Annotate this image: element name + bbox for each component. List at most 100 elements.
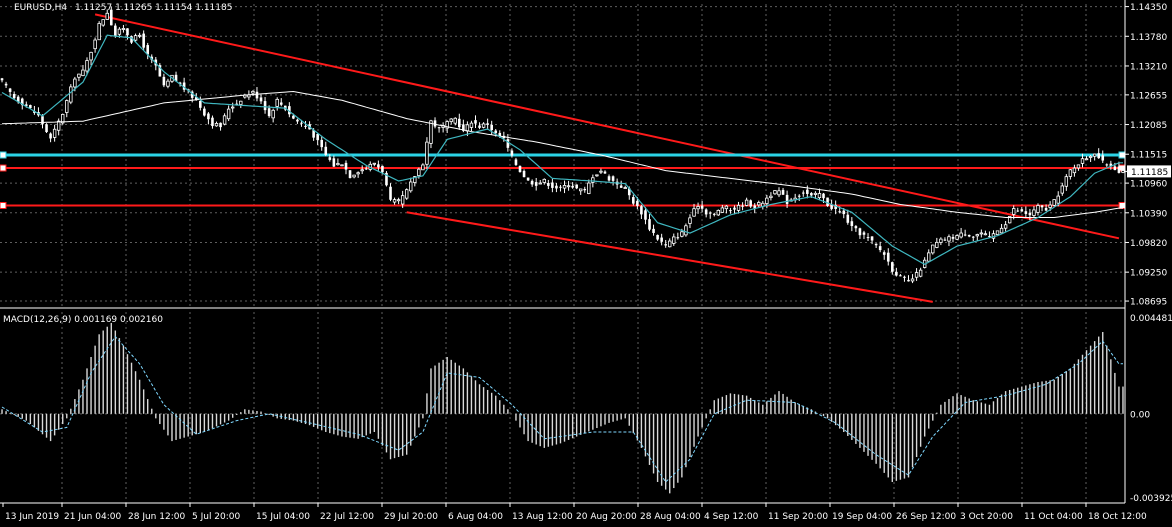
time-axis-label: 3 Oct 20:00 (960, 512, 1013, 522)
candle-body-bull (1092, 153, 1097, 157)
candle-body-bull (481, 123, 486, 128)
candle-body-bull (85, 60, 89, 72)
trading-chart[interactable]: 1.14350 1.13780 1.13210 1.12655 1.12085 1.115… (0, 0, 1172, 527)
candle-body-bear (636, 200, 639, 206)
candle-body-bull (684, 225, 688, 236)
candle-body-bull (77, 73, 81, 78)
candle-body-bear (967, 234, 971, 237)
macd-title: MACD(12,26,9) 0.001169 0.002160 (3, 315, 163, 325)
macd-axis-label: 0.00 (1130, 410, 1150, 420)
candle-body-bear (575, 184, 578, 189)
level-handle-left[interactable] (0, 202, 7, 210)
level-handle-left[interactable] (0, 151, 7, 159)
candle-body-bull (1072, 167, 1077, 174)
candle-body-bear (1113, 166, 1117, 171)
candle-body-bear (292, 115, 295, 119)
candle-body-bull (668, 240, 672, 248)
candle-body-bear (822, 193, 825, 199)
candle-body-bear (518, 165, 522, 173)
candle-body-bull (579, 188, 583, 192)
candle-body-bull (226, 108, 231, 120)
candle-body-bear (899, 275, 902, 277)
candle-body-bull (1068, 169, 1073, 177)
candle-body-bull (696, 206, 700, 210)
candle-body-bull (736, 204, 741, 211)
candle-body-bull (931, 244, 935, 254)
time-axis-label: 13 Aug 12:00 (512, 512, 573, 522)
candle-body-bull (56, 120, 61, 131)
candle-body-bear (486, 123, 489, 125)
candle-body-bear (640, 206, 643, 215)
candle-body-bear (526, 177, 530, 181)
candle-body-bear (648, 219, 651, 230)
candle-body-bear (801, 192, 805, 194)
price-axis-label: 1.08695 (1130, 298, 1167, 308)
candle-body-bear (1105, 164, 1109, 166)
time-axis-label: 26 Sep 12:00 (896, 512, 956, 522)
candle-body-bull (449, 118, 453, 122)
candle-body-bull (105, 12, 109, 20)
candle-body-bull (716, 209, 721, 216)
candle-body-bear (41, 116, 44, 125)
candle-body-bull (935, 241, 939, 248)
candle-body-bear (320, 139, 324, 148)
candle-body-bear (749, 200, 752, 207)
candle-body-bull (166, 80, 170, 87)
candle-body-bear (619, 185, 623, 188)
time-axis-label: 21 Jun 04:00 (64, 512, 121, 522)
candle-body-bull (1088, 155, 1093, 158)
candle-body-bear (583, 188, 587, 191)
candle-body-bear (971, 236, 975, 238)
candle-body-bull (591, 177, 595, 183)
time-axis-label: 22 Jul 12:00 (320, 512, 374, 522)
candle-body-bear (676, 237, 680, 239)
candle-body-bull (672, 236, 676, 244)
candle-body-bear (263, 101, 267, 111)
candle-body-bull (222, 115, 227, 125)
candle-body-bull (396, 199, 401, 202)
candle-body-bear (522, 170, 526, 178)
candle-body-bear (1044, 207, 1048, 211)
candle-body-bear (551, 182, 554, 188)
candle-body-bull (214, 123, 219, 127)
price-axis-label: 1.12655 (1130, 91, 1167, 101)
price-axis-label: 1.09820 (1130, 239, 1167, 249)
candle-body-bear (656, 234, 659, 240)
candle-body-bull (587, 182, 591, 194)
candle-body-bull (939, 238, 943, 243)
candle-body-bull (983, 233, 988, 236)
candle-body-bear (611, 176, 615, 181)
candle-body-bear (219, 122, 222, 128)
price-axis-label: 1.12085 (1130, 121, 1167, 131)
candle-body-bear (344, 162, 348, 170)
candle-body-bear (862, 232, 866, 235)
candle-body-bear (8, 88, 12, 92)
candle-body-bull (979, 232, 984, 235)
candle-body-bull (562, 185, 567, 189)
level-handle-right[interactable] (1118, 151, 1126, 159)
candle-body-bear (1020, 209, 1024, 212)
candle-body-bear (1117, 166, 1121, 173)
candle-body-bear (708, 212, 712, 214)
candle-body-bear (364, 168, 368, 170)
candle-body-bear (704, 209, 708, 215)
candle-body-bull (1084, 158, 1089, 161)
price-axis-label: 1.11515 (1130, 151, 1167, 161)
candle-body-bear (114, 25, 117, 36)
macd-axis-label: -0.003925 (1130, 494, 1172, 504)
candle-body-bear (854, 226, 858, 229)
candle-body-bear (348, 170, 352, 178)
candle-body-bear (603, 171, 607, 174)
candle-body-bear (506, 139, 510, 148)
candle-body-bear (142, 33, 145, 48)
candle-body-bear (207, 113, 210, 120)
candle-body-bull (1056, 195, 1060, 204)
price-axis-label: 1.09250 (1130, 269, 1167, 279)
candle-body-bull (137, 34, 142, 37)
candle-body-bear (644, 210, 647, 220)
candle-body-bear (943, 239, 947, 241)
candle-body-bear (255, 91, 259, 99)
candle-body-bear (866, 237, 870, 239)
level-handle-left[interactable] (0, 164, 7, 172)
candle-body-bull (688, 217, 692, 224)
